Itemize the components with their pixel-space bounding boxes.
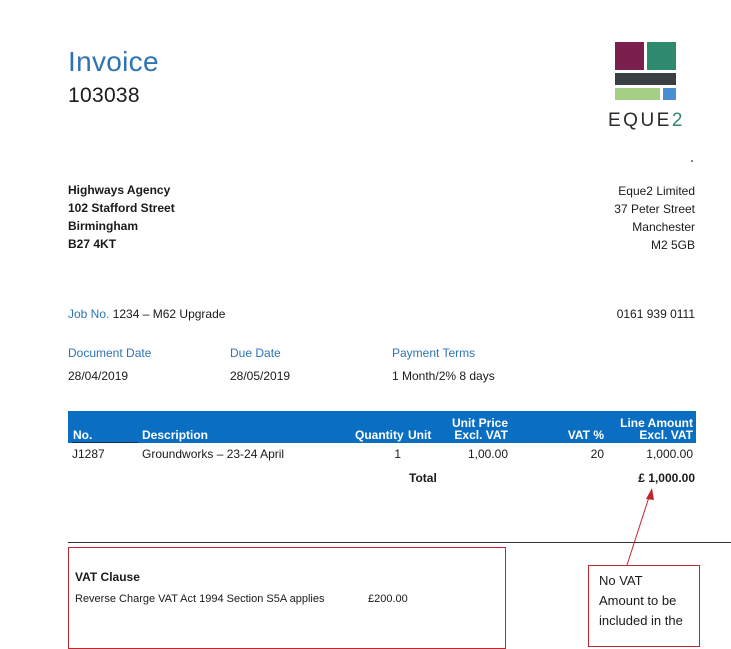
arrow-line	[626, 493, 651, 566]
arrow-head	[646, 488, 654, 500]
annotation-arrow	[626, 488, 654, 566]
